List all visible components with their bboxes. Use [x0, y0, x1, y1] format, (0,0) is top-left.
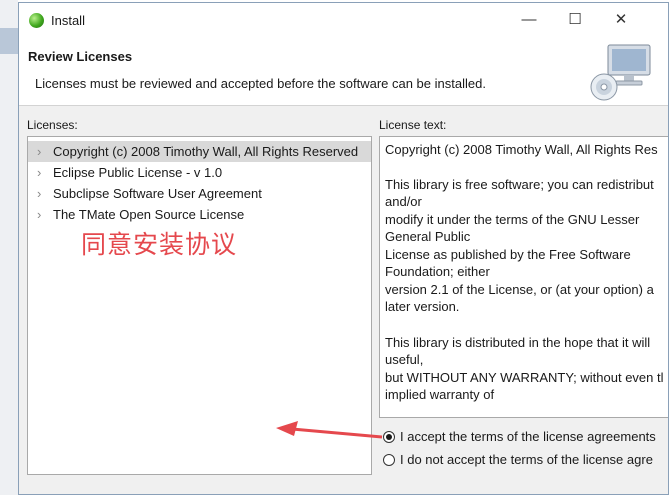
accept-label[interactable]: I accept the terms of the license agreem… — [400, 429, 656, 444]
license-text-line: License as published by the Free Softwar… — [385, 247, 631, 262]
license-text-label: License text: — [379, 118, 447, 132]
annotation-text: 同意安装协议 — [81, 230, 238, 259]
minimize-button[interactable]: — — [506, 7, 552, 33]
license-text-line: but WITHOUT ANY WARRANTY; without even t… — [385, 370, 664, 385]
license-text-line: modify it under the terms of the GNU Les… — [385, 212, 640, 227]
license-item-label: Eclipse Public License - v 1.0 — [53, 165, 223, 180]
accept-radio[interactable] — [383, 431, 395, 443]
install-computer-icon — [590, 44, 651, 101]
license-item[interactable]: › Eclipse Public License - v 1.0 — [28, 162, 371, 183]
license-text-line: Foundation; either — [385, 264, 490, 279]
wizard-header: Review Licenses Licenses must be reviewe… — [19, 37, 668, 106]
license-text-area[interactable]: Copyright (c) 2008 Timothy Wall, All Rig… — [379, 136, 668, 418]
maximize-button[interactable]: ☐ — [552, 7, 598, 33]
chevron-right-icon[interactable]: › — [37, 183, 41, 204]
page-description: Licenses must be reviewed and accepted b… — [35, 76, 486, 91]
decline-option[interactable]: I do not accept the terms of the license… — [383, 452, 668, 470]
license-text-line: Copyright (c) 2008 Timothy Wall, All Rig… — [385, 142, 658, 157]
page-title: Review Licenses — [28, 49, 133, 64]
chevron-right-icon[interactable]: › — [37, 162, 41, 183]
close-button[interactable]: ✕ — [598, 7, 644, 33]
license-item-label: The TMate Open Source License — [53, 207, 245, 222]
license-item-label: Subclipse Software User Agreement — [53, 186, 262, 201]
decline-radio[interactable] — [383, 454, 395, 466]
license-item[interactable]: › Copyright (c) 2008 Timothy Wall, All R… — [28, 141, 371, 162]
decline-label[interactable]: I do not accept the terms of the license… — [400, 452, 653, 467]
license-item[interactable]: › Subclipse Software User Agreement — [28, 183, 371, 204]
license-text-line: later version. — [385, 299, 460, 314]
license-text-line: General Public — [385, 229, 471, 244]
annotation-arrow-icon — [276, 421, 383, 439]
chevron-right-icon[interactable]: › — [37, 204, 41, 225]
background-window-edge — [0, 0, 18, 495]
window-title: Install — [51, 13, 85, 28]
license-item-label: Copyright (c) 2008 Timothy Wall, All Rig… — [53, 144, 359, 159]
license-item[interactable]: › The TMate Open Source License — [28, 204, 371, 225]
chevron-right-icon[interactable]: › — [37, 141, 41, 162]
license-text-line: implied warranty of — [385, 387, 495, 402]
background-window-strip — [0, 28, 18, 54]
license-text-line: This library is free software; you can r… — [385, 177, 654, 192]
licenses-label: Licenses: — [27, 118, 78, 132]
eclipse-app-icon — [29, 13, 44, 28]
license-text-line: useful, — [385, 352, 424, 367]
license-text-line: version 2.1 of the License, or (at your … — [385, 282, 654, 297]
install-dialog: Install — ☐ ✕ Review Licenses Licenses m… — [18, 2, 669, 495]
license-text-line: This library is distributed in the hope … — [385, 335, 651, 350]
title-bar: Install — ☐ ✕ — [19, 3, 668, 37]
license-text-line: and/or — [385, 194, 422, 209]
accept-option[interactable]: I accept the terms of the license agreem… — [383, 429, 668, 447]
